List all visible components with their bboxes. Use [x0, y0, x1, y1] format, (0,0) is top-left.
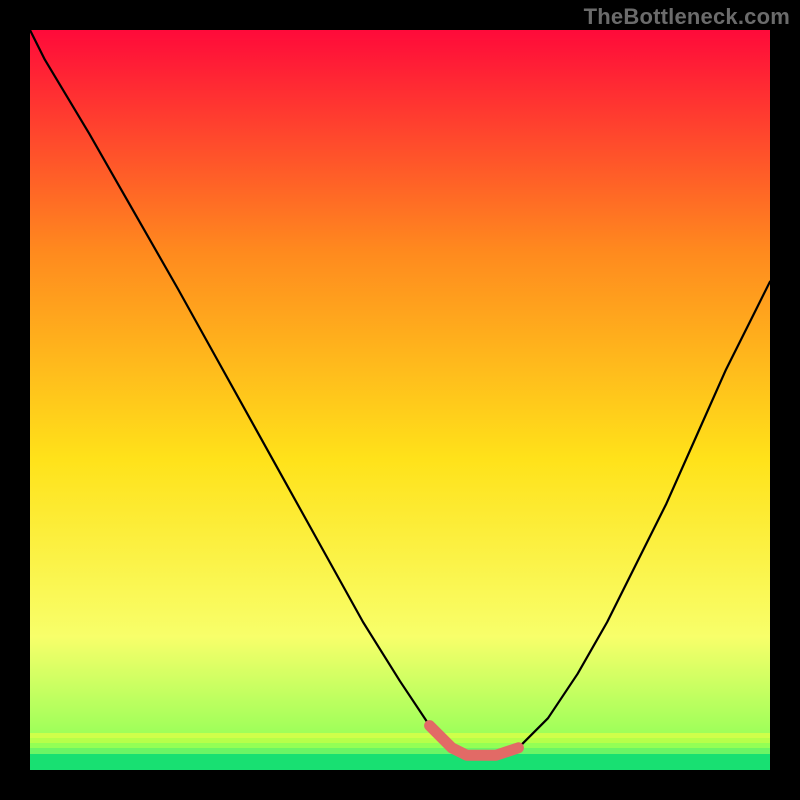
band-stripe-2	[30, 738, 770, 743]
band-stripe-4	[30, 748, 770, 754]
heatmap-background	[30, 30, 770, 770]
band-stripe-1	[30, 733, 770, 738]
chart-svg	[30, 30, 770, 770]
attribution-watermark: TheBottleneck.com	[584, 4, 790, 30]
band-stripe-5	[30, 754, 770, 770]
band-stripe-3	[30, 743, 770, 748]
chart-plot-area	[30, 30, 770, 770]
chart-frame: TheBottleneck.com	[0, 0, 800, 800]
